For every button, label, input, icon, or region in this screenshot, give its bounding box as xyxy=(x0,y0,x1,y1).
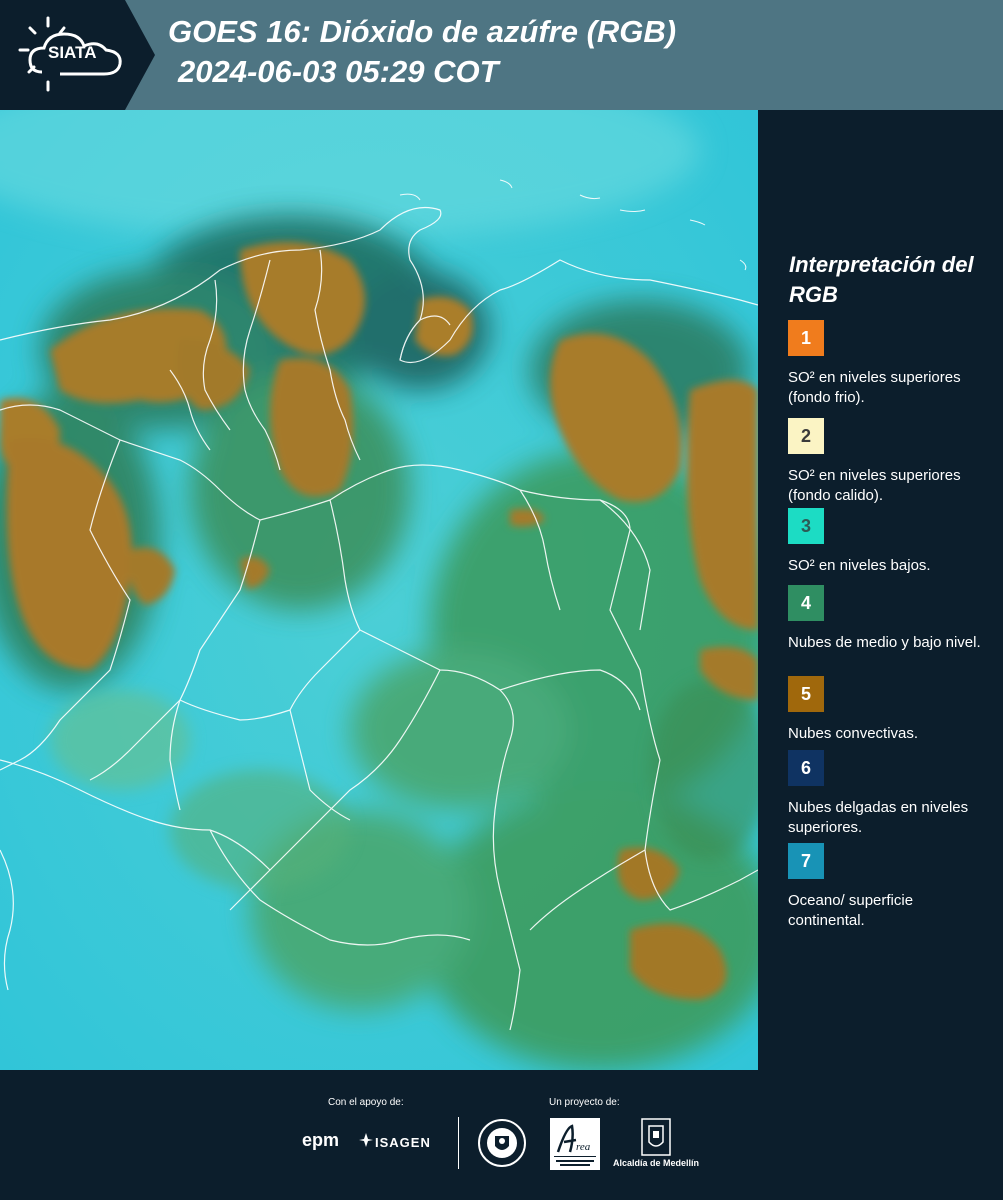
svg-text:rea: rea xyxy=(576,1141,591,1153)
footer: Con el apoyo de: Un proyecto de: epm ISA… xyxy=(0,1070,1003,1200)
medellin-seal-icon xyxy=(478,1119,526,1167)
legend-title: Interpretación del RGB xyxy=(789,252,974,307)
legend-swatch-4: 4 xyxy=(788,585,824,621)
legend-swatch-1: 1 xyxy=(788,320,824,356)
alcaldia-text: Alcaldía de Medellín xyxy=(613,1158,700,1168)
isagen-logo-icon xyxy=(359,1133,373,1147)
legend-label-2: SO² en niveles superiores (fondo calido)… xyxy=(788,467,961,504)
isagen-logo: ISAGEN xyxy=(375,1135,431,1150)
satellite-rgb-map xyxy=(0,110,758,1070)
legend-swatch-6: 6 xyxy=(788,750,824,786)
legend-swatch-2: 2 xyxy=(788,418,824,454)
area-metropolitana-logo-icon: rea xyxy=(550,1118,600,1170)
legend-label-3: SO² en niveles bajos. xyxy=(788,557,931,574)
page-title: GOES 16: Dióxido de azúfre (RGB) xyxy=(168,14,677,49)
legend-label-6: Nubes delgadas en niveles superiores. xyxy=(788,799,969,836)
legend-item-3: 3 SO² en niveles bajos. xyxy=(788,508,993,576)
footer-divider xyxy=(458,1117,459,1169)
legend-panel: Interpretación del RGB 1 SO² en niveles … xyxy=(758,110,1003,1070)
alcaldia-logo-icon xyxy=(641,1118,671,1156)
legend-label-1: SO² en niveles superiores (fondo frio). xyxy=(788,369,961,406)
support-caption: Con el apoyo de: xyxy=(328,1097,404,1108)
legend-label-4: Nubes de medio y bajo nivel. xyxy=(788,634,981,651)
legend-label-5: Nubes convectivas. xyxy=(788,725,919,742)
project-caption: Un proyecto de: xyxy=(549,1097,620,1108)
siata-logo: SIATA xyxy=(0,0,155,110)
legend-swatch-7: 7 xyxy=(788,843,824,879)
page-timestamp: 2024-06-03 05:29 COT xyxy=(178,54,499,89)
legend-item-2: 2 SO² en niveles superiores (fondo calid… xyxy=(788,418,993,506)
header: SIATA GOES 16: Dióxido de azúfre (RGB) 2… xyxy=(0,0,1003,110)
legend-swatch-3: 3 xyxy=(788,508,824,544)
legend-item-4: 4 Nubes de medio y bajo nivel. xyxy=(788,585,993,653)
legend-label-7: Oceano/ superficie continental. xyxy=(788,892,914,929)
legend-item-7: 7 Oceano/ superficie continental. xyxy=(788,843,993,931)
legend-item-5: 5 Nubes convectivas. xyxy=(788,676,993,744)
siata-logo-text: SIATA xyxy=(48,43,97,62)
satellite-map xyxy=(0,110,758,1070)
legend-swatch-5: 5 xyxy=(788,676,824,712)
legend-item-1: 1 SO² en niveles superiores (fondo frio)… xyxy=(788,320,993,408)
legend-item-6: 6 Nubes delgadas en niveles superiores. xyxy=(788,750,993,838)
epm-logo: epm xyxy=(302,1130,340,1150)
